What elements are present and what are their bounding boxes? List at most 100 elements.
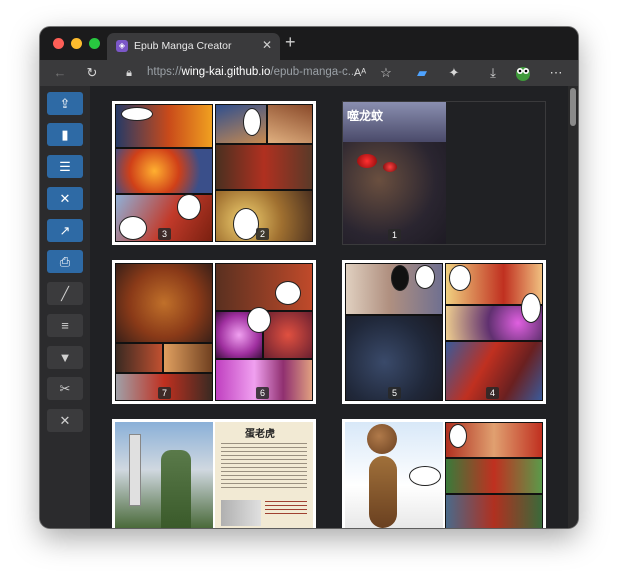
extension-cast-icon[interactable]: ▰ xyxy=(414,60,430,86)
spread-pages-3-2[interactable]: 3 2 xyxy=(112,101,316,245)
address-toolbar: ← ↻ 🔒︎ https://wing-kai.github.io/epub-m… xyxy=(40,60,578,86)
panel xyxy=(445,458,543,494)
reload-icon[interactable]: ↻ xyxy=(84,60,100,86)
page-number: 2 xyxy=(256,228,269,240)
panel xyxy=(445,494,543,528)
export-button[interactable]: ↗ xyxy=(47,219,83,242)
speech-bubble xyxy=(275,281,301,305)
mosquito-body xyxy=(369,456,397,528)
speech-bubble xyxy=(449,424,467,448)
sidebar-toolbar: ⇪ ▮ ☰ ✕ ↗ ⎙ ╱ ≡ ▼ ✂ ✕ xyxy=(40,86,90,528)
lock-icon[interactable]: 🔒︎ xyxy=(122,63,136,83)
list-button[interactable]: ☰ xyxy=(47,155,83,178)
bookmark-button[interactable]: ▼ xyxy=(47,346,83,369)
cover-title: 噬龙蚊 xyxy=(347,109,384,123)
spread-pages-9-8[interactable]: 蛋老虎 xyxy=(112,419,316,528)
manga-page-2[interactable]: 2 xyxy=(215,104,313,242)
page-number: 6 xyxy=(256,387,269,399)
tools-button[interactable]: ✕ xyxy=(47,187,83,210)
book-icon: ▮ xyxy=(61,126,69,142)
ruler-button[interactable]: ╱ xyxy=(47,282,83,305)
ruler-icon: ╱ xyxy=(61,285,69,301)
url-text[interactable]: https://wing-kai.github.io/epub-manga-c.… xyxy=(147,66,357,78)
panel xyxy=(163,343,213,373)
minimize-window-button[interactable] xyxy=(71,38,82,49)
page-heading: 蛋老虎 xyxy=(245,429,275,440)
manga-page-7[interactable]: 7 xyxy=(115,263,213,401)
page-number: 3 xyxy=(158,228,171,240)
downloads-icon[interactable]: ⤓ xyxy=(485,60,501,86)
scrollbar-thumb[interactable] xyxy=(570,88,576,126)
speech-bubble xyxy=(177,194,201,220)
panel xyxy=(267,104,313,144)
speech-bubble xyxy=(521,293,541,323)
page-number: 5 xyxy=(388,387,401,399)
manga-page-5[interactable]: 5 xyxy=(345,263,443,401)
manga-page-1[interactable]: 噬龙蚊 1 xyxy=(343,102,446,244)
profile-icon[interactable] xyxy=(514,60,532,86)
app-favicon-icon: ◈ xyxy=(116,40,128,52)
list-icon: ☰ xyxy=(59,158,71,174)
manga-page-4[interactable]: 4 xyxy=(445,263,543,401)
manga-page-6[interactable]: 6 xyxy=(215,263,313,401)
close-window-button[interactable] xyxy=(53,38,64,49)
menu-icon: ≡ xyxy=(61,318,69,333)
vertical-scrollbar[interactable] xyxy=(568,86,578,528)
extensions-icon[interactable]: ✦ xyxy=(446,60,462,86)
soldier-figure xyxy=(161,450,191,528)
text-block xyxy=(265,498,307,516)
export-icon: ↗ xyxy=(59,222,71,238)
tools-icon: ✕ xyxy=(59,190,71,206)
speech-bubble xyxy=(119,216,147,240)
text-block xyxy=(221,440,307,490)
panel xyxy=(215,144,313,190)
image-block xyxy=(221,500,261,526)
read-aloud-icon[interactable]: Aᴬ xyxy=(352,60,368,86)
upload-button[interactable]: ⇪ xyxy=(47,92,83,115)
page-number: 4 xyxy=(486,387,499,399)
scissors-icon: ✂ xyxy=(59,380,71,396)
bookmark-icon: ▼ xyxy=(58,350,72,365)
spread-page-1[interactable]: 噬龙蚊 1 xyxy=(342,101,546,245)
address-bar[interactable]: 🔒︎ https://wing-kai.github.io/epub-manga… xyxy=(117,63,385,83)
book-button[interactable]: ▮ xyxy=(47,123,83,146)
close-button[interactable]: ✕ xyxy=(47,409,83,432)
manga-page-9[interactable] xyxy=(115,422,213,528)
panel xyxy=(115,343,163,373)
back-icon[interactable]: ← xyxy=(52,60,68,86)
speech-bubble xyxy=(415,265,435,289)
zoom-window-button[interactable] xyxy=(89,38,100,49)
save-button[interactable]: ⎙ xyxy=(47,250,83,273)
speech-bubble xyxy=(121,107,153,121)
speech-bubble xyxy=(409,466,441,486)
more-icon[interactable]: ⋯ xyxy=(548,60,564,86)
browser-window: ◈ Epub Manga Creator ✕ + ← ↻ 🔒︎ https://… xyxy=(40,27,578,528)
menu-button[interactable]: ≡ xyxy=(47,314,83,337)
manga-page-8[interactable]: 蛋老虎 xyxy=(215,422,313,528)
close-icon: ✕ xyxy=(59,412,71,428)
manga-page-10[interactable] xyxy=(445,422,543,528)
panel xyxy=(115,148,213,194)
red-eye xyxy=(383,162,397,172)
tab-title: Epub Manga Creator xyxy=(134,40,232,52)
new-tab-button[interactable]: + xyxy=(285,32,296,52)
speech-bubble xyxy=(247,307,271,333)
spread-pages-5-4[interactable]: 5 4 xyxy=(342,260,546,404)
favorites-add-icon[interactable]: ☆ xyxy=(378,60,394,86)
speech-bubble xyxy=(391,265,409,291)
scissors-button[interactable]: ✂ xyxy=(47,377,83,400)
spread-pages-7-6[interactable]: 7 6 xyxy=(112,260,316,404)
upload-icon: ⇪ xyxy=(59,95,71,111)
tab-bar: ◈ Epub Manga Creator ✕ + xyxy=(40,27,578,60)
manga-page-3[interactable]: 3 xyxy=(115,104,213,242)
panel xyxy=(115,263,213,343)
lighthouse xyxy=(129,434,141,506)
active-tab[interactable]: ◈ Epub Manga Creator ✕ xyxy=(107,33,280,60)
red-eye xyxy=(357,154,377,168)
manga-page-11[interactable] xyxy=(345,422,443,528)
tab-close-icon[interactable]: ✕ xyxy=(262,38,272,52)
speech-bubble xyxy=(449,265,471,291)
page-number: 7 xyxy=(158,387,171,399)
save-icon: ⎙ xyxy=(59,253,71,269)
spread-pages-11-10[interactable] xyxy=(342,419,546,528)
